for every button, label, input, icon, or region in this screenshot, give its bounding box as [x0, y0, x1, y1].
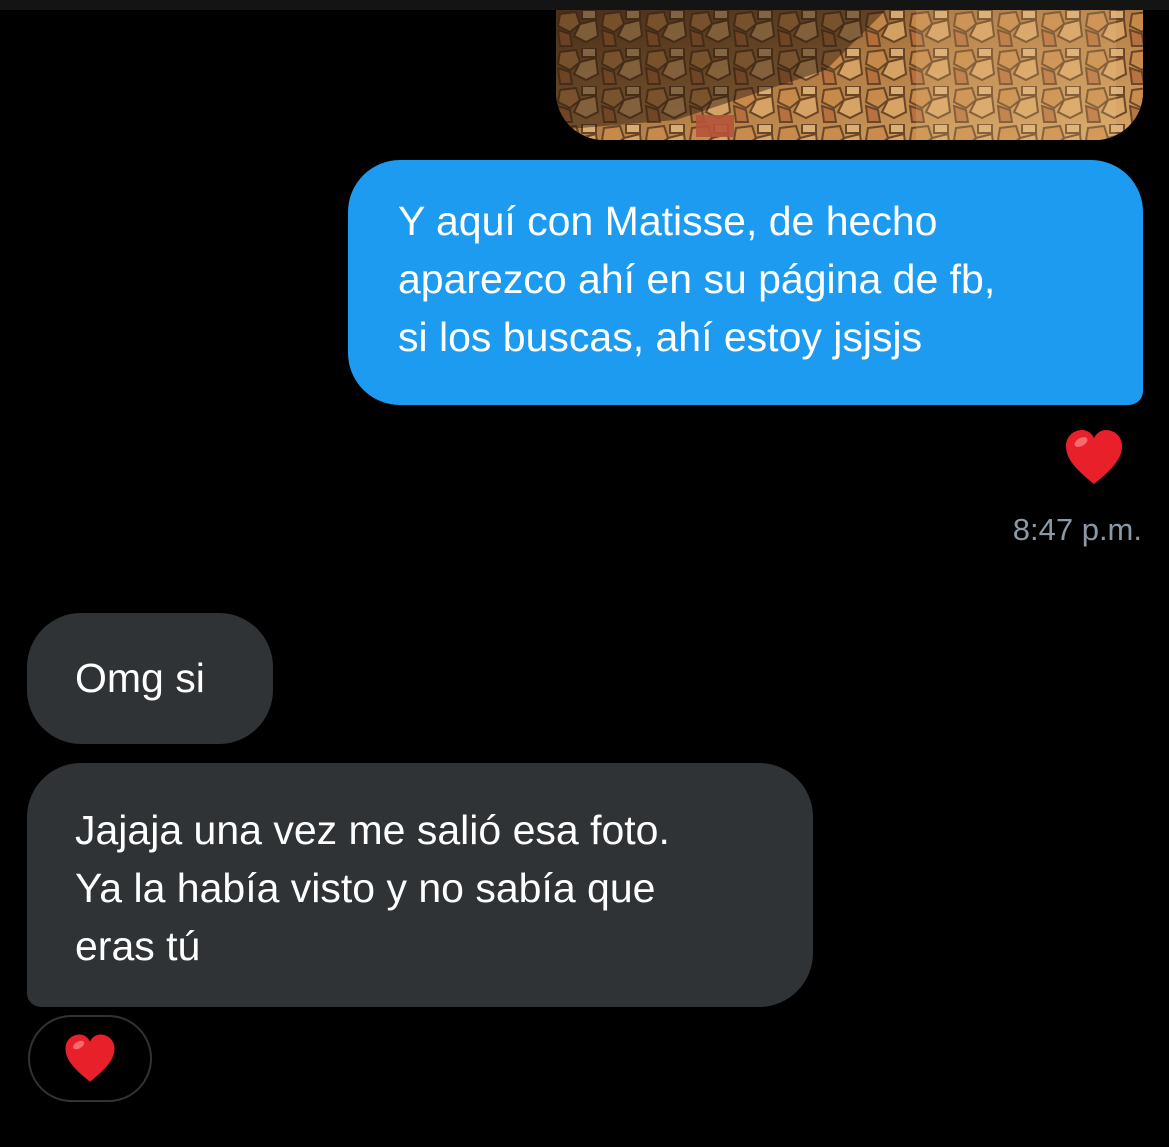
red-heart-icon[interactable] — [1062, 426, 1126, 490]
tiled-floor-image — [556, 10, 1143, 140]
message-timestamp: 8:47 p.m. — [1012, 512, 1142, 547]
top-edge-bar — [0, 0, 1169, 10]
shared-photo[interactable] — [556, 10, 1143, 140]
sent-message-bubble[interactable]: Y aquí con Matisse, de hecho aparezco ah… — [348, 160, 1143, 405]
red-heart-icon — [62, 1031, 118, 1087]
received-message-bubble[interactable]: Jajaja una vez me salió esa foto. Ya la … — [27, 763, 813, 1007]
reaction-pill[interactable] — [28, 1015, 152, 1102]
received-message-bubble[interactable]: Omg si — [27, 613, 273, 744]
